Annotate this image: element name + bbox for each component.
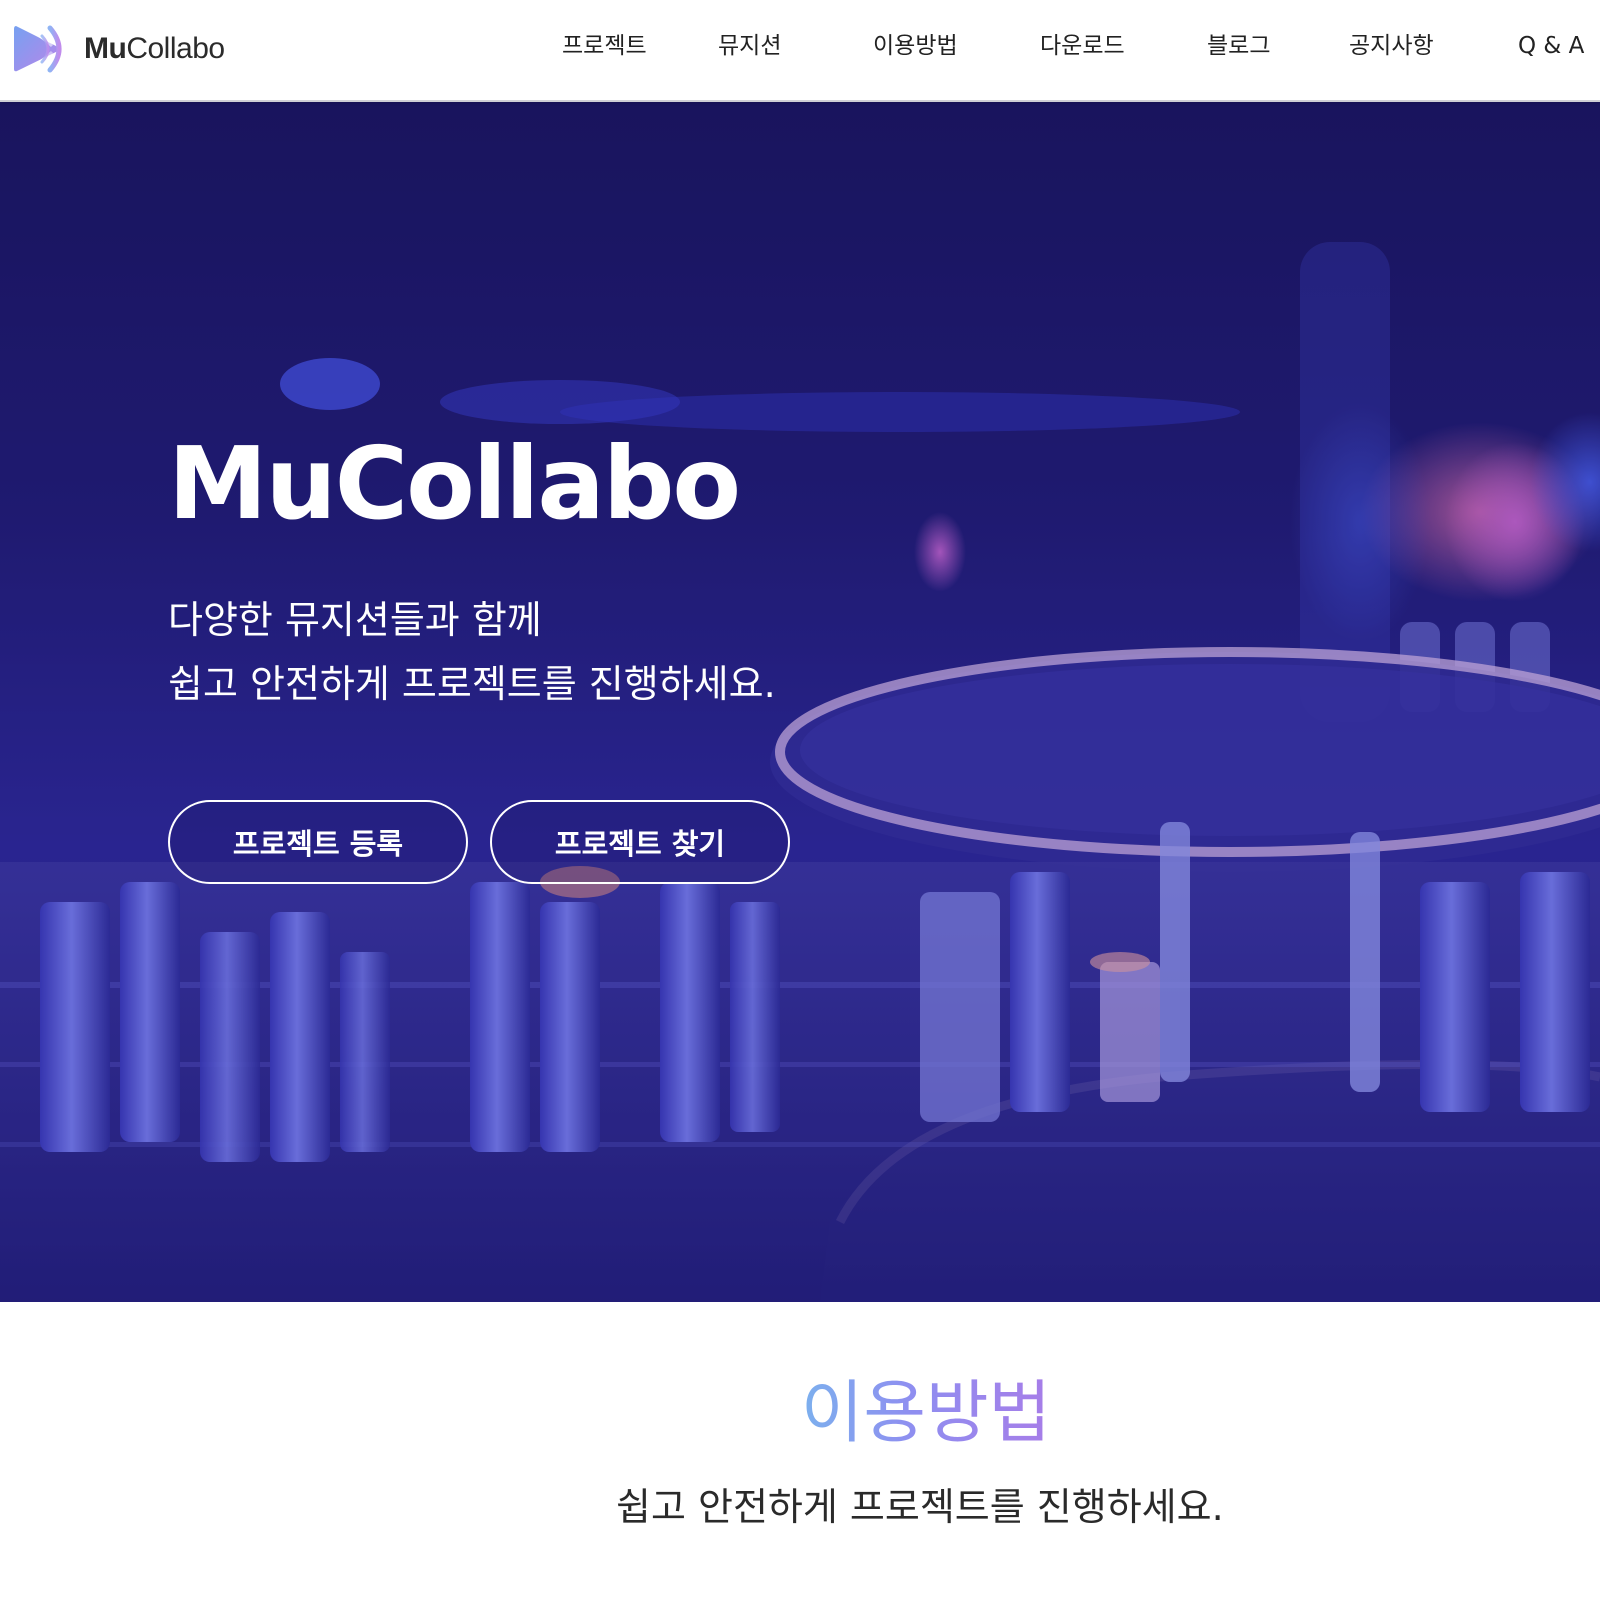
hero-title: MuCollabo [168, 425, 741, 542]
hero-subtitle: 다양한 뮤지션들과 함께 쉽고 안전하게 프로젝트를 진행하세요. [168, 588, 776, 716]
hero-subtitle-line2: 쉽고 안전하게 프로젝트를 진행하세요. [168, 662, 776, 706]
howto-title-text: 이용방법 [800, 1374, 1052, 1453]
howto-title: 이용방법 [0, 1380, 1600, 1448]
nav-item-notice[interactable]: 공지사항 [1349, 33, 1434, 61]
brand-name: MuCollabo [84, 34, 225, 64]
site-header: MuCollabo 프로젝트 뮤지션 이용방법 다운로드 블로그 공지사항 Q … [0, 0, 1600, 102]
howto-title-wrap: 이용방법 [0, 1380, 1600, 1460]
find-project-button[interactable]: 프로젝트 찾기 [490, 800, 790, 884]
hero-subtitle-line1: 다양한 뮤지션들과 함께 [168, 598, 542, 642]
nav-item-qna[interactable]: Q & A [1518, 33, 1584, 61]
nav-item-musician[interactable]: 뮤지션 [718, 33, 781, 61]
hero-section: MuCollabo 다양한 뮤지션들과 함께 쉽고 안전하게 프로젝트를 진행하… [0, 102, 1600, 1302]
nav-item-project[interactable]: 프로젝트 [562, 33, 647, 61]
nav-item-download[interactable]: 다운로드 [1040, 33, 1125, 61]
brand-name-bold: Mu [84, 32, 127, 65]
brand-logo[interactable]: MuCollabo [12, 24, 225, 74]
howto-subtitle: 쉽고 안전하게 프로젝트를 진행하세요. [616, 1485, 1224, 1529]
brand-name-light: Collabo [126, 32, 225, 65]
register-project-button[interactable]: 프로젝트 등록 [168, 800, 468, 884]
play-triangle-logo-icon [14, 25, 62, 73]
nav-item-howto[interactable]: 이용방법 [873, 33, 958, 61]
nav-item-blog[interactable]: 블로그 [1207, 33, 1270, 61]
